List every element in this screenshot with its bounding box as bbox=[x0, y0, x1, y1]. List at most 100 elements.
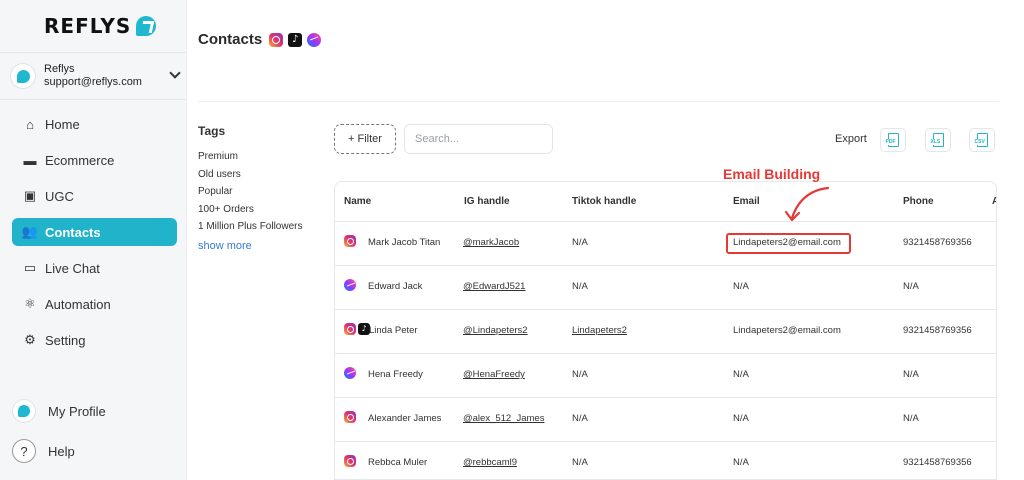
tiktok-handle: N/A bbox=[572, 457, 588, 468]
table-row[interactable]: Alexander James @alex_512_James N/A N/A N/A bbox=[335, 398, 996, 442]
sidebar-item-label: Live Chat bbox=[45, 260, 100, 276]
tag-item[interactable]: Old users bbox=[198, 166, 326, 184]
sidebar-item-home[interactable]: ⌂ Home bbox=[12, 110, 177, 138]
instagram-icon bbox=[344, 411, 356, 423]
ig-handle-link[interactable]: @HenaFreedy bbox=[463, 369, 525, 380]
channel-icons bbox=[344, 411, 356, 423]
sidebar-item-label: UGC bbox=[45, 188, 74, 204]
contact-email: Lindapeters2@email.com bbox=[733, 325, 841, 336]
column-header-email[interactable]: Email bbox=[733, 196, 760, 207]
contact-phone: 9321458769356 bbox=[903, 325, 972, 336]
store-icon: ▬ bbox=[23, 152, 37, 168]
contact-name: Alexander James bbox=[368, 413, 442, 424]
export-pdf-button[interactable]: PDF bbox=[880, 128, 906, 152]
tag-item[interactable]: 1 Million Plus Followers bbox=[198, 218, 326, 236]
column-header-tiktok[interactable]: Tiktok handle bbox=[572, 196, 636, 207]
table-header: Name IG handle Tiktok handle Email Phone… bbox=[335, 182, 996, 222]
contacts-table: Name IG handle Tiktok handle Email Phone… bbox=[334, 181, 997, 480]
table-row[interactable]: Hena Freedy @HenaFreedy N/A N/A N/A bbox=[335, 354, 996, 398]
sidebar: REFLYS Reflys support@reflys.com ⌂ Home ▬ E… bbox=[0, 0, 187, 480]
sidebar-item-setting[interactable]: ⚙ Setting bbox=[12, 326, 177, 354]
home-icon: ⌂ bbox=[26, 116, 34, 132]
column-header-ig[interactable]: IG handle bbox=[464, 196, 510, 207]
bottom-nav: My Profile ? Help bbox=[12, 396, 106, 476]
channel-icons bbox=[344, 235, 356, 247]
brand-mark-icon bbox=[16, 69, 30, 83]
contact-name: Hena Freedy bbox=[368, 369, 423, 380]
account-name: Reflys bbox=[44, 63, 75, 75]
add-filter-button[interactable]: + Filter bbox=[334, 124, 396, 154]
ig-handle-link[interactable]: @rebbcaml9 bbox=[463, 457, 517, 468]
messenger-icon bbox=[344, 279, 356, 291]
header-divider bbox=[198, 64, 999, 102]
tiktok-handle: N/A bbox=[572, 281, 588, 292]
help-icon: ? bbox=[12, 439, 36, 463]
sidebar-item-ecommerce[interactable]: ▬ Ecommerce bbox=[12, 146, 177, 174]
export-csv-button[interactable]: CSV bbox=[969, 128, 995, 152]
show-more-link[interactable]: show more bbox=[198, 240, 326, 252]
tag-item[interactable]: 100+ Orders bbox=[198, 201, 326, 219]
channel-icons bbox=[344, 455, 356, 467]
tag-list: Premium Old users Popular 100+ Orders 1 Mill… bbox=[198, 148, 326, 236]
channel-icons bbox=[344, 279, 356, 291]
tiktok-handle[interactable]: Lindapeters2 bbox=[572, 325, 627, 336]
contact-email: N/A bbox=[733, 457, 749, 468]
tiktok-handle: N/A bbox=[572, 237, 588, 248]
main-nav: ⌂ Home ▬ Ecommerce ▣ UGC 👥 Contacts ▭ Live Chat ⚛ A… bbox=[12, 110, 177, 362]
tiktok-icon: ♪ bbox=[288, 32, 303, 47]
nav-my-profile[interactable]: My Profile bbox=[12, 396, 106, 426]
ig-handle-link[interactable]: @Lindapeters2 bbox=[463, 325, 528, 336]
annotation-arrow-icon bbox=[784, 186, 830, 222]
pdf-file-icon: PDF bbox=[885, 133, 899, 147]
sidebar-item-label: Contacts bbox=[45, 224, 101, 240]
sidebar-item-label: Home bbox=[45, 116, 80, 132]
table-row[interactable]: Mark Jacob Titan @markJacob N/A Lindapeters… bbox=[335, 222, 996, 266]
column-header-phone[interactable]: Phone bbox=[903, 196, 934, 207]
account-email: support@reflys.com bbox=[44, 76, 142, 88]
ig-handle-link[interactable]: @alex_512_James bbox=[463, 413, 544, 424]
search-input[interactable] bbox=[404, 124, 553, 154]
channel-icons: ♪ bbox=[344, 323, 370, 335]
nav-label: My Profile bbox=[48, 403, 106, 419]
contact-name: Linda Peter bbox=[369, 325, 418, 336]
contact-email: N/A bbox=[733, 413, 749, 424]
users-icon: 👥 bbox=[21, 224, 39, 239]
account-avatar bbox=[10, 63, 36, 89]
instagram-icon bbox=[344, 235, 356, 247]
sidebar-item-ugc[interactable]: ▣ UGC bbox=[12, 182, 177, 210]
account-switcher[interactable]: Reflys support@reflys.com bbox=[0, 52, 187, 100]
brand-mark-icon bbox=[136, 16, 157, 36]
account-info: Reflys support@reflys.com bbox=[44, 63, 142, 89]
export-xls-button[interactable]: XLS bbox=[925, 128, 951, 152]
instagram-icon bbox=[344, 455, 356, 467]
sidebar-item-live-chat[interactable]: ▭ Live Chat bbox=[12, 254, 177, 282]
contact-name: Edward Jack bbox=[368, 281, 423, 292]
chevron-down-icon[interactable] bbox=[169, 67, 181, 79]
contact-name: Rebbca Muler bbox=[368, 457, 428, 468]
gear-icon: ⚙ bbox=[24, 332, 36, 347]
table-row[interactable]: Rebbca Muler @rebbcaml9 N/A N/A 932145876935… bbox=[335, 442, 996, 479]
contact-phone: N/A bbox=[903, 413, 919, 424]
messenger-icon bbox=[307, 32, 322, 47]
brand-logo[interactable]: REFLYS bbox=[44, 14, 157, 38]
tags-title: Tags bbox=[198, 124, 226, 138]
ig-handle-link[interactable]: @markJacob bbox=[463, 237, 519, 248]
tag-item[interactable]: Premium bbox=[198, 148, 326, 166]
column-header-truncated[interactable]: A bbox=[992, 196, 996, 207]
sidebar-item-contacts[interactable]: 👥 Contacts bbox=[12, 218, 177, 246]
contact-phone: N/A bbox=[903, 281, 919, 292]
nav-help[interactable]: ? Help bbox=[12, 436, 106, 466]
channel-icons bbox=[344, 367, 356, 379]
column-header-name[interactable]: Name bbox=[344, 196, 371, 207]
annotation-label: Email Building bbox=[723, 166, 821, 182]
sidebar-item-automation[interactable]: ⚛ Automation bbox=[12, 290, 177, 318]
sidebar-item-label: Automation bbox=[45, 296, 111, 312]
table-row[interactable]: ♪ Linda Peter @Lindapeters2 Lindapeters2 Lin… bbox=[335, 310, 996, 354]
table-body: Mark Jacob Titan @markJacob N/A Lindapeters… bbox=[335, 222, 996, 479]
table-row[interactable]: Edward Jack @EdwardJ521 N/A N/A N/A bbox=[335, 266, 996, 310]
brand-name: REFLYS bbox=[44, 14, 132, 38]
ig-handle-link[interactable]: @EdwardJ521 bbox=[463, 281, 525, 292]
tag-item[interactable]: Popular bbox=[198, 183, 326, 201]
image-icon: ▣ bbox=[23, 188, 37, 203]
atom-icon: ⚛ bbox=[24, 296, 36, 311]
